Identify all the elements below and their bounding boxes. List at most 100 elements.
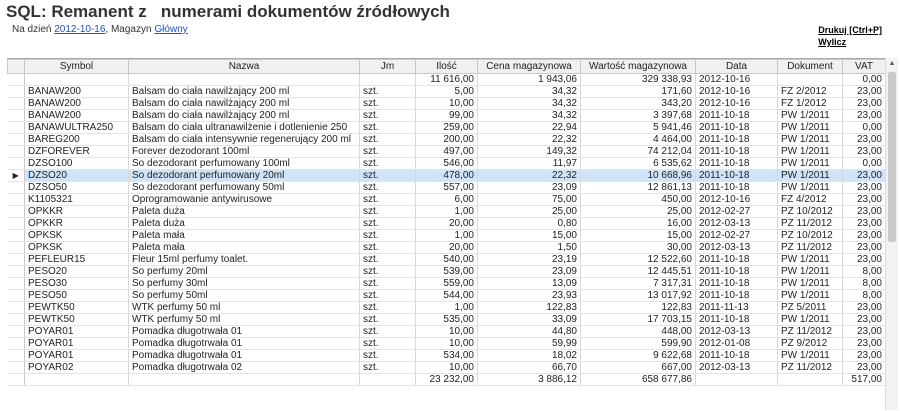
cell[interactable]: So dezodorant perfumowany 20ml	[128, 169, 360, 182]
column-header-vat[interactable]: VAT	[842, 59, 885, 74]
row-indicator[interactable]	[7, 133, 25, 146]
cell[interactable]: 259,00	[415, 121, 478, 134]
table-row[interactable]: OPKKR Paleta duża szt. 1,00 25,00 25,00 2012-0…	[7, 205, 885, 218]
cell[interactable]: 517,00	[842, 373, 885, 386]
cell[interactable]: 539,00	[415, 265, 478, 278]
cell[interactable]: PZ 10/2012	[777, 205, 843, 218]
cell[interactable]: 34,32	[477, 85, 581, 98]
cell[interactable]: Paleta duża	[128, 205, 360, 218]
cell[interactable]: PW 1/2011	[777, 265, 843, 278]
cell[interactable]: 23,00	[842, 205, 885, 218]
row-indicator[interactable]	[7, 85, 25, 98]
cell[interactable]: 2011-10-18	[695, 181, 778, 194]
cell[interactable]: BANAW200	[24, 85, 129, 98]
scroll-up-icon[interactable]: ▲	[886, 58, 898, 70]
cell[interactable]	[24, 373, 129, 386]
cell[interactable]: 75,00	[477, 193, 581, 206]
cell[interactable]: 544,00	[415, 289, 478, 302]
cell[interactable]: 2011-10-18	[695, 121, 778, 134]
row-indicator[interactable]	[7, 241, 25, 254]
cell[interactable]: 122,83	[580, 301, 696, 314]
cell[interactable]: 3 397,68	[580, 109, 696, 122]
cell[interactable]: PZ 10/2012	[777, 229, 843, 242]
cell[interactable]: 23,00	[842, 145, 885, 158]
cell[interactable]: 2012-10-16	[695, 97, 778, 110]
column-header-date[interactable]: Data	[695, 59, 778, 74]
cell[interactable]: 18,02	[477, 349, 581, 362]
cell[interactable]	[359, 373, 416, 386]
cell[interactable]: OPKSK	[24, 241, 129, 254]
cell[interactable]: 2011-10-18	[695, 157, 778, 170]
cell[interactable]: 66,70	[477, 361, 581, 374]
cell[interactable]: 23,00	[842, 313, 885, 326]
cell[interactable]: 171,60	[580, 85, 696, 98]
cell[interactable]: szt.	[359, 289, 416, 302]
cell[interactable]	[24, 73, 129, 86]
cell[interactable]: szt.	[359, 361, 416, 374]
cell[interactable]: PESO30	[24, 277, 129, 290]
cell[interactable]: 10,00	[415, 325, 478, 338]
store-link[interactable]: Główny	[154, 24, 187, 35]
row-indicator[interactable]	[7, 145, 25, 158]
table-row[interactable]: BANAW200 Balsam do ciała nawilżający 200 …	[7, 97, 885, 110]
cell[interactable]: DZSO100	[24, 157, 129, 170]
cell[interactable]: 44,80	[477, 325, 581, 338]
cell[interactable]: szt.	[359, 133, 416, 146]
cell[interactable]: DZSO50	[24, 181, 129, 194]
cell[interactable]: szt.	[359, 301, 416, 314]
cell[interactable]: 2011-11-13	[695, 301, 778, 314]
cell[interactable]: 23 232,00	[415, 373, 478, 386]
cell[interactable]: 7 317,31	[580, 277, 696, 290]
cell[interactable]: 25,00	[477, 205, 581, 218]
row-indicator[interactable]	[7, 181, 25, 194]
table-row[interactable]: POYAR01 Pomadka długotrwała 01 szt. 534,00 1…	[7, 349, 885, 362]
scrollbar-thumb[interactable]	[888, 72, 896, 242]
table-row[interactable]: POYAR01 Pomadka długotrwała 01 szt. 10,00 59…	[7, 337, 885, 350]
cell[interactable]: PZ 9/2012	[777, 337, 843, 350]
cell[interactable]: 2011-10-18	[695, 133, 778, 146]
cell[interactable]: Forever dezodorant 100ml	[128, 145, 360, 158]
cell[interactable]: 34,32	[477, 109, 581, 122]
cell[interactable]: 2012-02-27	[695, 205, 778, 218]
print-link[interactable]: Drukuj [Ctrl+P]	[818, 24, 882, 36]
cell[interactable]: OPKKR	[24, 217, 129, 230]
cell[interactable]: 2012-10-16	[695, 85, 778, 98]
cell[interactable]: 1,50	[477, 241, 581, 254]
cell[interactable]: PW 1/2011	[777, 253, 843, 266]
table-row[interactable]: OPKSK Paleta mała szt. 1,00 15,00 15,00 2012-0…	[7, 229, 885, 242]
cell[interactable]: 10,00	[415, 337, 478, 350]
cell[interactable]: szt.	[359, 181, 416, 194]
cell[interactable]: Balsam do ciała intensywnie regenerujący…	[128, 133, 360, 146]
table-row[interactable]: BANAW200 Balsam do ciała nawilżający 200 …	[7, 109, 885, 122]
cell[interactable]: 23,00	[842, 337, 885, 350]
cell[interactable]: 15,00	[580, 229, 696, 242]
cell[interactable]: BANAWULTRA250	[24, 121, 129, 134]
cell[interactable]: 33,09	[477, 313, 581, 326]
table-row[interactable]: PEWTK50 WTK perfumy 50 ml szt. 535,00 33,09 1…	[7, 313, 885, 326]
cell[interactable]: 2011-10-18	[695, 349, 778, 362]
cell[interactable]: PW 1/2011	[777, 313, 843, 326]
row-indicator[interactable]	[7, 157, 25, 170]
cell[interactable]: 2011-10-18	[695, 253, 778, 266]
cell[interactable]: 0,80	[477, 217, 581, 230]
cell[interactable]: 23,00	[842, 85, 885, 98]
cell[interactable]: BANAW200	[24, 97, 129, 110]
table-row[interactable]: OPKKR Paleta duża szt. 20,00 0,80 16,00 2012-0…	[7, 217, 885, 230]
row-indicator[interactable]	[7, 265, 25, 278]
row-indicator[interactable]	[7, 373, 25, 386]
cell[interactable]: 23,09	[477, 265, 581, 278]
cell[interactable]: szt.	[359, 277, 416, 290]
cell[interactable]: PW 1/2011	[777, 277, 843, 290]
cell[interactable]	[777, 73, 843, 86]
cell[interactable]: 16,00	[580, 217, 696, 230]
cell[interactable]: 658 677,86	[580, 373, 696, 386]
cell[interactable]: 1 943,06	[477, 73, 581, 86]
cell[interactable]: 25,00	[580, 205, 696, 218]
cell[interactable]: So perfumy 30ml	[128, 277, 360, 290]
cell[interactable]: szt.	[359, 241, 416, 254]
row-indicator[interactable]	[7, 73, 25, 86]
cell[interactable]: 23,00	[842, 253, 885, 266]
cell[interactable]: 23,00	[842, 349, 885, 362]
row-indicator[interactable]	[7, 289, 25, 302]
cell[interactable]: 12 522,60	[580, 253, 696, 266]
